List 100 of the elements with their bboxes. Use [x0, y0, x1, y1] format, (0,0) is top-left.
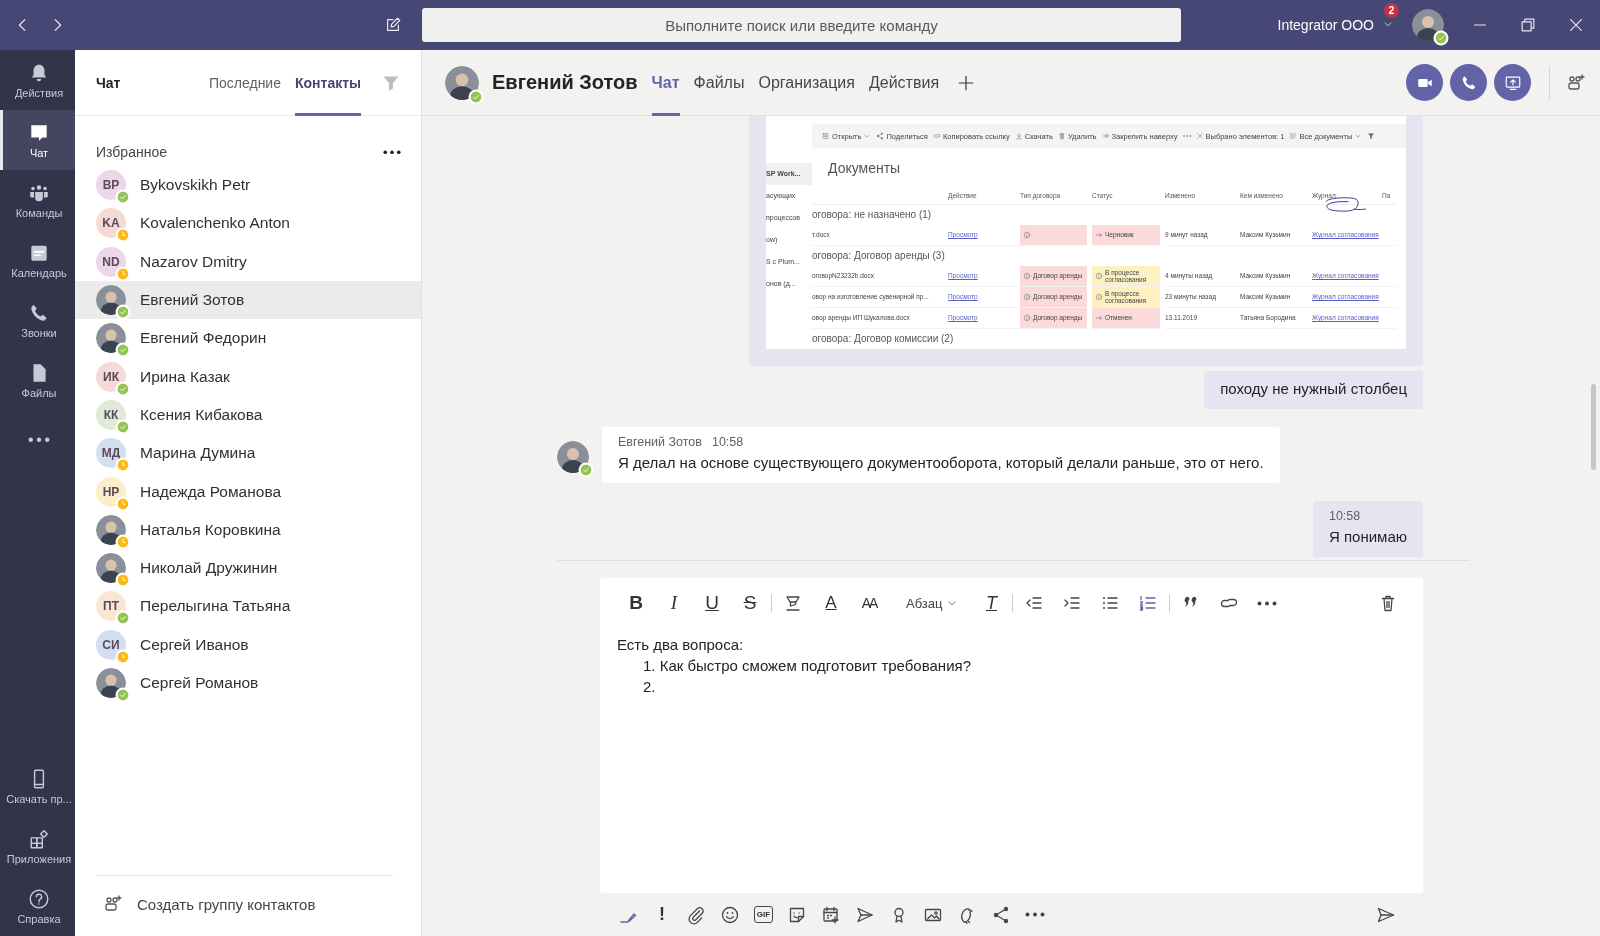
notification-badge: 2 — [1384, 3, 1399, 18]
nav-button[interactable]: Файлы — [0, 350, 75, 410]
contact-item[interactable]: Евгений Зотов — [75, 280, 421, 320]
contact-item[interactable]: СИ Сергей Иванов — [75, 625, 421, 664]
message-text: походу не нужный столбец — [1220, 379, 1407, 399]
gif-button[interactable]: GIF — [754, 906, 773, 923]
contact-item[interactable]: Николай Дружинин — [75, 548, 421, 588]
share-screen-button[interactable] — [1494, 64, 1531, 101]
avatar — [445, 65, 479, 100]
tab[interactable]: Действия — [868, 49, 940, 116]
more-icon[interactable] — [1025, 912, 1045, 917]
close-icon[interactable] — [1567, 16, 1585, 34]
info-icon — [1095, 293, 1103, 301]
nav-button[interactable]: Календарь — [0, 230, 75, 290]
add-people-icon[interactable] — [103, 894, 123, 914]
link-icon — [932, 132, 941, 141]
filter-icon[interactable] — [1367, 132, 1376, 141]
page-title: Документы — [827, 159, 902, 179]
paperclip-icon[interactable] — [686, 904, 706, 925]
timestamp: 10:58 — [1328, 509, 1361, 523]
paragraph-style-dropdown[interactable]: Абзац — [906, 595, 959, 611]
contact-item[interactable]: ИК Ирина Казак — [75, 357, 421, 396]
strike-button[interactable]: S — [731, 592, 769, 614]
contact-item[interactable]: КК Ксения Кибакова — [75, 395, 421, 435]
nav-button[interactable]: Звонки — [0, 290, 75, 350]
font-size-button[interactable]: AA — [850, 595, 888, 611]
nav-button[interactable]: Скачать пр... — [0, 756, 75, 816]
compose-box[interactable]: B I U S A AA Абзац T Есть два вопроса: 1. Как быстро сможем подготовит требования? 2. — [600, 578, 1423, 893]
bold-button[interactable]: B — [617, 592, 655, 614]
contact-item[interactable]: BP Bykovskikh Petr — [75, 166, 421, 205]
tab[interactable]: Чат — [651, 49, 680, 116]
list-item: 2. — [642, 677, 657, 697]
nav-button[interactable]: Приложения — [0, 816, 75, 876]
arrow-icon — [1095, 231, 1103, 239]
close-icon — [1195, 132, 1204, 141]
timestamp: 10:58 — [711, 435, 744, 449]
calendar-plus-icon[interactable] — [821, 904, 841, 925]
more-icon[interactable] — [383, 149, 401, 155]
author-name: Евгений Зотов — [618, 435, 702, 449]
avatar — [96, 323, 126, 354]
tab[interactable]: Организация — [758, 49, 855, 116]
pin-icon — [1101, 132, 1110, 141]
nav-button[interactable]: Чат — [0, 110, 75, 170]
avatar — [96, 553, 126, 584]
audio-call-button[interactable] — [1450, 64, 1487, 101]
info-icon — [1023, 293, 1031, 301]
nav-button[interactable]: Справка — [0, 876, 75, 936]
share-icon[interactable] — [991, 904, 1011, 925]
contact-item[interactable]: Наталья Коровкина — [75, 510, 421, 549]
contact-item[interactable]: МД Марина Думина — [75, 434, 421, 473]
contact-item[interactable]: ND Nazarov Dmitry — [75, 242, 421, 281]
compose-icon[interactable] — [384, 16, 402, 34]
download-icon — [1014, 132, 1023, 141]
more-icon[interactable] — [1257, 600, 1278, 606]
panel-title: Чат — [96, 74, 121, 91]
avatar: КК — [96, 399, 126, 430]
avatar: НР — [96, 476, 126, 507]
avatar — [96, 285, 126, 316]
smiley-icon[interactable] — [720, 904, 740, 925]
info-icon — [1023, 231, 1031, 239]
contact-item[interactable]: Сергей Романов — [75, 663, 421, 703]
info-icon — [1023, 272, 1031, 280]
avatar — [557, 441, 589, 473]
info-icon — [1023, 314, 1031, 322]
important-button[interactable]: ! — [652, 904, 672, 925]
avatar — [1412, 9, 1444, 41]
scrollbar-thumb[interactable] — [1591, 384, 1596, 470]
font-color-button[interactable]: A — [812, 593, 850, 613]
video-call-button[interactable] — [1406, 64, 1443, 101]
add-people-icon[interactable] — [1566, 72, 1586, 93]
list-icon — [1289, 132, 1298, 141]
avatar: МД — [96, 438, 126, 469]
avatar: KA — [96, 208, 126, 239]
arrow-icon — [1095, 314, 1103, 322]
document-icon — [822, 132, 830, 141]
search-field[interactable]: Выполните поиск или введите команду — [422, 8, 1181, 42]
contact-item[interactable]: Евгений Федорин — [75, 319, 421, 358]
group-heading: Избранное — [96, 144, 167, 160]
contact-item[interactable]: НР Надежда Романова — [75, 472, 421, 511]
tab[interactable]: Файлы — [693, 49, 745, 116]
group-heading: оговора: Договор комиссии (2) — [812, 332, 954, 346]
avatar: ND — [96, 246, 126, 277]
group-heading: оговора: Договор аренды (3) — [812, 249, 945, 263]
italic-button[interactable]: I — [655, 592, 693, 614]
account-name[interactable]: Integrator OOO — [1277, 17, 1374, 33]
message-text: Я делал на основе существующего документооборота, который делали раньше, это от него. — [618, 453, 1264, 473]
tab[interactable]: Последние — [208, 49, 281, 116]
underline-button[interactable]: U — [693, 592, 731, 614]
nav-button[interactable]: Действия — [0, 50, 75, 110]
tab[interactable]: Контакты — [295, 49, 361, 116]
share-icon — [876, 132, 885, 141]
info-icon — [1095, 272, 1103, 280]
trash-icon — [1057, 132, 1066, 141]
contact-item[interactable]: KA Kovalenchenko Anton — [75, 204, 421, 243]
clear-format-button[interactable]: T — [972, 592, 1011, 614]
plus-icon[interactable] — [957, 73, 976, 92]
restore-icon[interactable] — [1519, 16, 1537, 34]
create-group-link[interactable]: Создать группу контактов — [137, 895, 316, 913]
contact-item[interactable]: ПТ Перелыгина Татьяна — [75, 587, 421, 626]
nav-button[interactable]: Команды — [0, 170, 75, 230]
